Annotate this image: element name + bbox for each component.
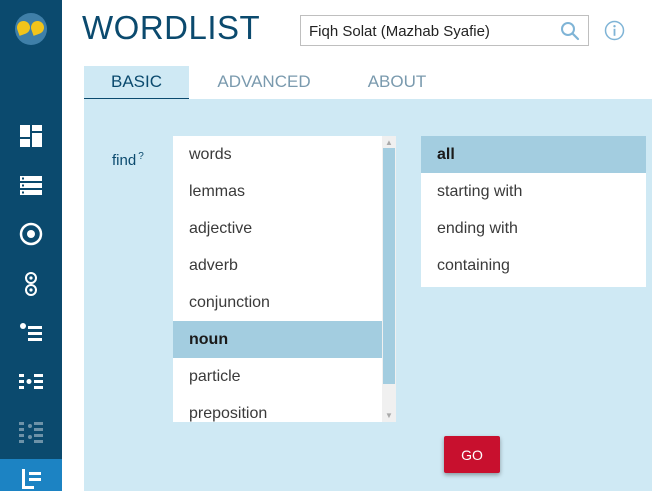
wordlist-bullets-icon[interactable] (0, 312, 62, 352)
filter-item[interactable]: starting with (421, 173, 646, 210)
wordtype-item[interactable]: conjunction (173, 284, 383, 321)
app-title: WORDLIST (82, 9, 261, 46)
filter-item[interactable]: containing (421, 247, 646, 284)
wordlist-icon[interactable] (0, 459, 62, 491)
corpus-search-field[interactable]: Fiqh Solat (Mazhab Syafie) (300, 15, 589, 46)
scroll-down-icon[interactable]: ▼ (385, 411, 393, 420)
filter-list: all starting with ending with containing (421, 136, 646, 287)
wordtype-item[interactable]: adjective (173, 210, 383, 247)
wordtype-item[interactable]: lemmas (173, 173, 383, 210)
basic-panel: find? words lemmas adjective adverb conj… (84, 99, 652, 491)
find-label: find? (112, 151, 144, 169)
wordtype-item[interactable]: adverb (173, 247, 383, 284)
keywords-icon[interactable] (0, 412, 62, 452)
wordtype-item[interactable]: particle (173, 358, 383, 395)
info-icon[interactable] (604, 20, 625, 46)
filter-item-selected[interactable]: all (421, 136, 646, 173)
search-icon[interactable] (560, 21, 580, 46)
tab-about[interactable]: ABOUT (352, 66, 442, 100)
filter-item[interactable]: ending with (421, 210, 646, 247)
collocations-icon[interactable] (0, 264, 62, 304)
find-help-icon[interactable]: ? (138, 151, 144, 162)
ngrams-icon[interactable] (0, 362, 62, 402)
find-text: find (112, 152, 137, 169)
scroll-thumb[interactable] (383, 148, 395, 384)
dashboard-icon[interactable] (0, 116, 62, 156)
corpus-name: Fiqh Solat (Mazhab Syafie) (309, 23, 490, 40)
wordtype-item[interactable]: words (173, 136, 383, 173)
scroll-up-icon[interactable]: ▲ (385, 138, 393, 147)
left-sidebar (0, 0, 62, 491)
tab-advanced[interactable]: ADVANCED (204, 66, 324, 100)
wordtype-scrollbar[interactable]: ▲ ▼ (382, 136, 396, 422)
logo-icon[interactable] (15, 13, 47, 45)
concordance-icon[interactable] (0, 214, 62, 254)
list-icon[interactable] (0, 166, 62, 206)
wordtype-item-selected[interactable]: noun (173, 321, 383, 358)
wordtype-item[interactable]: preposition (173, 395, 383, 422)
wordtype-list: words lemmas adjective adverb conjunctio… (173, 136, 396, 422)
tab-basic[interactable]: BASIC (84, 66, 189, 100)
go-button[interactable]: GO (444, 436, 500, 473)
